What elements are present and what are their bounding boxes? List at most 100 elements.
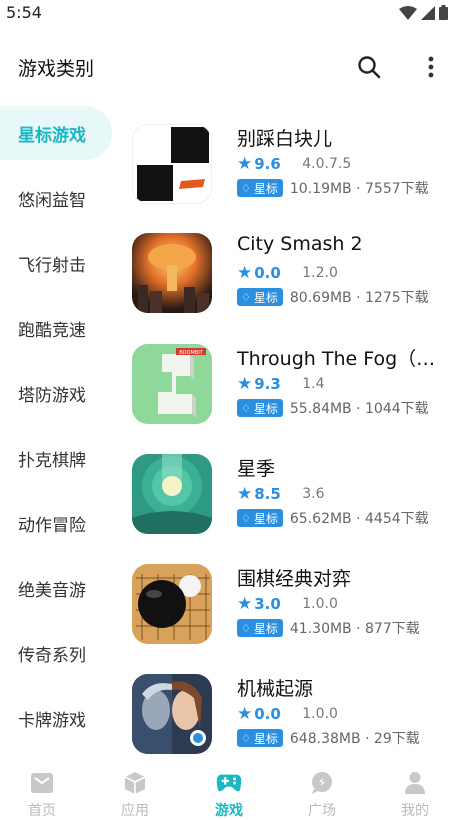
rating-line: ★ 0.0 1.2.0 [237, 263, 338, 283]
version-text: 1.0.0 [302, 596, 338, 612]
rating-line: ★ 3.0 1.0.0 [237, 594, 338, 614]
sidebar-item-card-games[interactable]: 卡牌游戏 [0, 691, 112, 745]
sidebar-item-label: 跑酷竞速 [18, 320, 86, 341]
app-icon-mechanical-origin[interactable] [132, 674, 212, 754]
size-downloads: 10.19MB · 7557下载 [289, 181, 429, 197]
rating-value: 9.6 [254, 155, 281, 173]
page-title: 游戏类别 [18, 58, 95, 80]
sidebar-item-label: 悠闲益智 [18, 190, 86, 211]
city-smash-icon [132, 233, 212, 313]
sidebar-item-label: 动作冒险 [18, 515, 86, 536]
diamond-icon: ♢ [241, 621, 251, 635]
app-icon-go-game[interactable] [132, 564, 212, 644]
size-downloads: 648.38MB · 29下载 [289, 731, 420, 747]
star-icon: ★ [237, 704, 253, 724]
app-icon-xing-ji[interactable] [132, 454, 212, 534]
version-text: 4.0.7.5 [302, 156, 352, 172]
sidebar-item-star-games[interactable]: 星标游戏 [0, 106, 112, 160]
star-badge: ♢ 星标 [237, 729, 283, 747]
meta-line: ♢ 星标 648.38MB · 29下载 [237, 728, 420, 748]
sidebar-item-legend-series[interactable]: 传奇系列 [0, 626, 112, 680]
sidebar-item-label: 星标游戏 [18, 125, 86, 146]
badge-label: 星标 [253, 731, 278, 746]
app-icon-piano-tiles[interactable] [132, 124, 212, 204]
version-text: 1.0.0 [302, 706, 338, 722]
rating-line: ★ 9.3 1.4 [237, 374, 325, 394]
meta-line: ♢ 星标 65.62MB · 4454下载 [237, 508, 429, 528]
app-list-item[interactable]: 别踩白块儿 ★ 9.6 4.0.7.5 ♢ 星标 10.19MB · 7557下载 [132, 124, 448, 208]
battery-icon [439, 5, 448, 20]
boombit-label: BOOMBIT [179, 350, 203, 356]
nav-tab-home[interactable]: 首页 [0, 758, 88, 820]
status-time: 5:54 [6, 3, 42, 22]
app-list-item[interactable]: 星季 ★ 8.5 3.6 ♢ 星标 65.62MB · 4454下载 [132, 454, 448, 538]
nav-tab-apps[interactable]: 应用 [89, 758, 181, 820]
app-name: 机械起源 [237, 678, 314, 700]
app-list-item[interactable]: 机械起源 ★ 0.0 1.0.0 ♢ 星标 648.38MB · 29下载 [132, 674, 448, 758]
star-icon: ★ [237, 154, 253, 174]
diamond-icon: ♢ [241, 290, 251, 304]
app-header: 游戏类别 [0, 44, 458, 90]
badge-label: 星标 [253, 401, 278, 416]
sidebar-item-poker-chess[interactable]: 扑克棋牌 [0, 431, 112, 485]
app-name: 别踩白块儿 [237, 128, 333, 150]
go-board-icon [132, 564, 212, 644]
app-list-item[interactable]: 围棋经典对弈 ★ 3.0 1.0.0 ♢ 星标 41.30MB · 877下载 [132, 564, 448, 648]
badge-label: 星标 [253, 290, 278, 305]
app-icon-city-smash[interactable] [132, 233, 212, 313]
sidebar-item-label: 扑克棋牌 [18, 450, 86, 471]
star-icon: ★ [237, 484, 253, 504]
mechanical-origin-icon [132, 674, 212, 754]
star-season-icon [132, 454, 212, 534]
sidebar-item-flight-shooting[interactable]: 飞行射击 [0, 236, 112, 290]
meta-line: ♢ 星标 80.69MB · 1275下载 [237, 287, 429, 307]
sidebar-item-tower-defense[interactable]: 塔防游戏 [0, 366, 112, 420]
nav-tab-me[interactable]: 我的 [369, 758, 458, 820]
star-badge: ♢ 星标 [237, 288, 283, 306]
app-list-item[interactable]: City Smash 2 ★ 0.0 1.2.0 ♢ 星标 80.69MB · 1… [132, 233, 448, 317]
through-the-fog-icon: BOOMBIT [132, 344, 212, 424]
nav-label: 应用 [121, 803, 149, 819]
nav-tab-games[interactable]: 游戏 [183, 758, 275, 820]
sidebar-item-label: 卡牌游戏 [18, 710, 86, 731]
version-text: 3.6 [302, 486, 325, 502]
app-list-item[interactable]: BOOMBIT Through The Fog（穿… ★ 9.3 1.4 ♢ 星标… [132, 344, 452, 428]
status-icons [399, 5, 448, 20]
size-downloads: 41.30MB · 877下载 [289, 621, 420, 637]
star-badge: ♢ 星标 [237, 179, 283, 197]
category-sidebar: 星标游戏 悠闲益智 飞行射击 跑酷竞速 塔防游戏 扑克棋牌 动作冒险 绝美音游 … [0, 100, 120, 750]
sidebar-item-label: 绝美音游 [18, 580, 86, 601]
rating-value: 8.5 [254, 485, 281, 503]
version-text: 1.4 [302, 376, 325, 392]
nav-label: 广场 [308, 803, 336, 819]
star-icon: ★ [237, 374, 253, 394]
more-vertical-icon [428, 56, 434, 78]
rating-value: 9.3 [254, 375, 281, 393]
search-icon [358, 56, 381, 79]
rating-line: ★ 8.5 3.6 [237, 484, 325, 504]
sidebar-item-casual-puzzle[interactable]: 悠闲益智 [0, 171, 112, 225]
rating-value: 3.0 [254, 595, 281, 613]
sidebar-item-parkour-racing[interactable]: 跑酷竞速 [0, 301, 112, 355]
diamond-icon: ♢ [241, 401, 251, 415]
sidebar-item-label: 飞行射击 [18, 255, 86, 276]
sidebar-item-action-adventure[interactable]: 动作冒险 [0, 496, 112, 550]
app-name: 围棋经典对弈 [237, 568, 352, 590]
meta-line: ♢ 星标 41.30MB · 877下载 [237, 618, 420, 638]
sidebar-item-label: 传奇系列 [18, 645, 86, 666]
rating-value: 0.0 [254, 705, 281, 723]
star-badge: ♢ 星标 [237, 619, 283, 637]
nav-label: 首页 [28, 803, 56, 819]
meta-line: ♢ 星标 55.84MB · 1044下载 [237, 398, 429, 418]
star-badge: ♢ 星标 [237, 509, 283, 527]
nav-label: 我的 [401, 803, 429, 819]
sidebar-item-music-games[interactable]: 绝美音游 [0, 561, 112, 615]
app-icon-through-the-fog[interactable]: BOOMBIT [132, 344, 212, 424]
nav-tab-plaza[interactable]: 广场 [276, 758, 368, 820]
size-downloads: 80.69MB · 1275下载 [289, 290, 429, 306]
search-button[interactable] [354, 52, 384, 82]
person-icon [402, 770, 428, 796]
more-options-button[interactable] [417, 52, 445, 82]
rating-line: ★ 9.6 4.0.7.5 [237, 154, 351, 174]
app-name: City Smash 2 [237, 233, 363, 255]
